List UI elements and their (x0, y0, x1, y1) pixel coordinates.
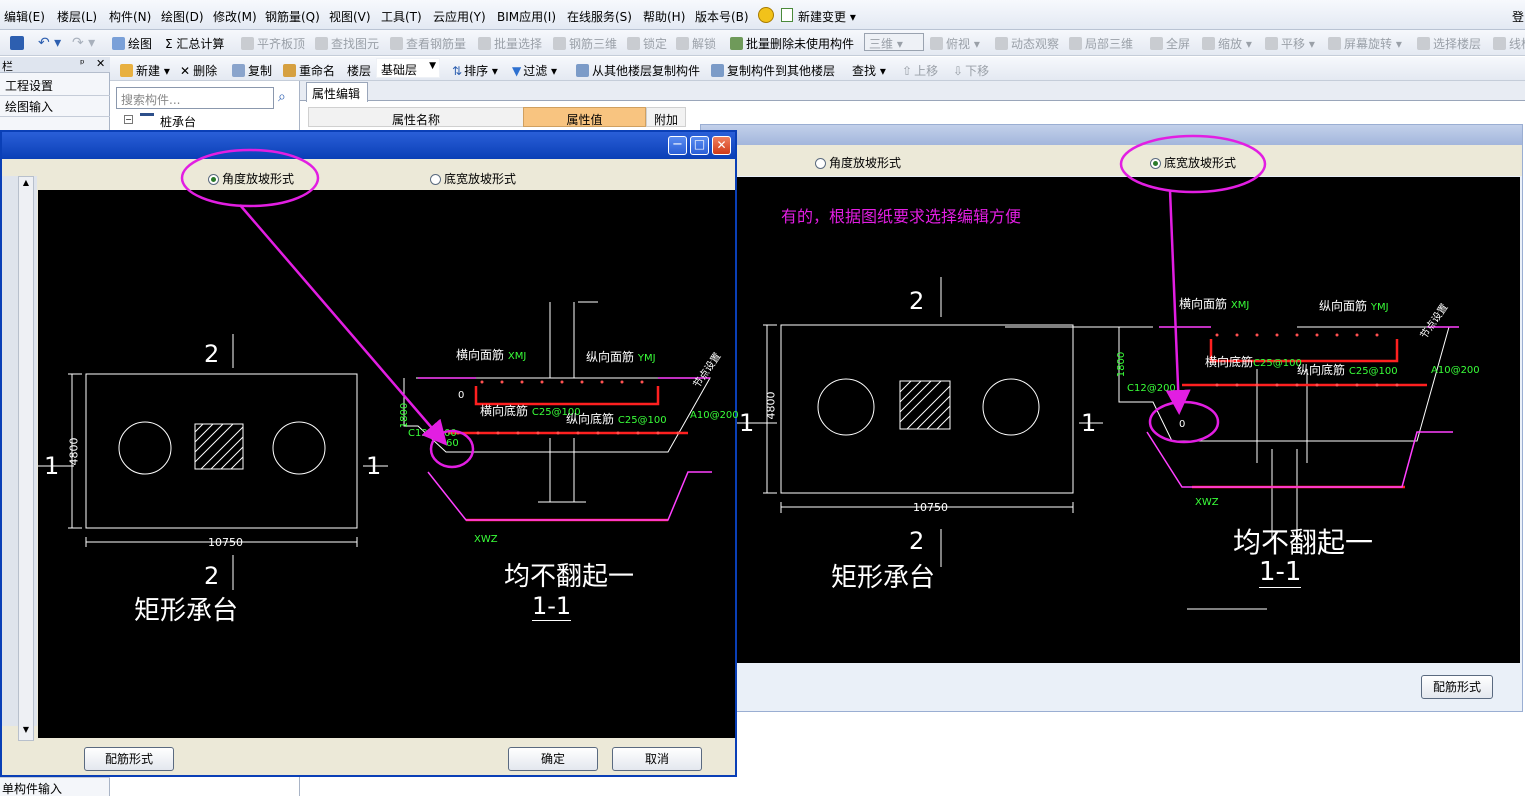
highlight-ellipse-width-value (1148, 400, 1220, 444)
highlight-ellipse-angle (180, 148, 320, 208)
annotation-overlay (180, 134, 1267, 469)
highlight-ellipse-angle-value (429, 429, 475, 469)
arrow-left (239, 204, 448, 446)
arrow-right (1165, 189, 1191, 415)
highlight-ellipse-width (1119, 134, 1267, 194)
